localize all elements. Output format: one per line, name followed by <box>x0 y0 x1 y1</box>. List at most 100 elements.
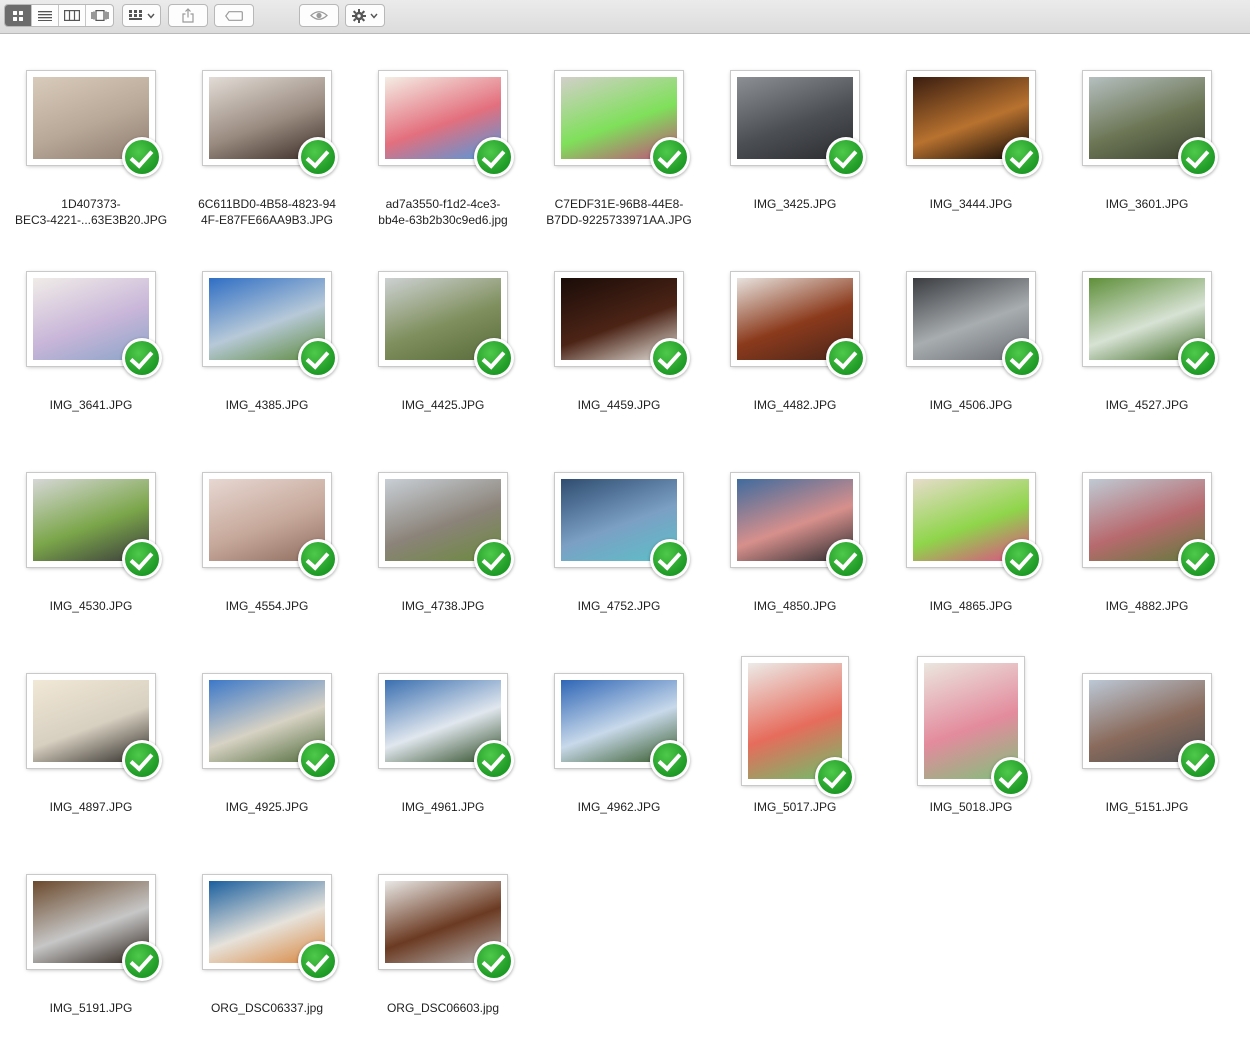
file-name-label[interactable]: ad7a3550-f1d2-4ce3- bb4e-63b2b30c9ed6.jp… <box>355 196 531 228</box>
file-name-label[interactable]: ORG_DSC06603.jpg <box>355 1000 531 1016</box>
synced-checkmark-icon <box>298 137 338 177</box>
synced-checkmark-icon <box>122 740 162 780</box>
columns-icon <box>64 10 81 21</box>
synced-checkmark-icon <box>298 338 338 378</box>
synced-checkmark-icon <box>1002 539 1042 579</box>
file-item[interactable]: IMG_5191.JPG <box>3 838 179 1039</box>
file-item[interactable]: IMG_4506.JPG <box>883 235 1059 436</box>
synced-checkmark-icon <box>815 757 855 797</box>
file-name-label[interactable]: 6C611BD0-4B58-4823-94 4F-E87FE66AA9B3.JP… <box>179 196 355 228</box>
view-mode-segmented-control <box>4 4 114 27</box>
file-name-label[interactable]: IMG_4506.JPG <box>883 397 1059 413</box>
file-name-label[interactable]: IMG_5018.JPG <box>883 799 1059 815</box>
finder-toolbar <box>0 0 1250 34</box>
synced-checkmark-icon <box>826 338 866 378</box>
file-item[interactable]: ORG_DSC06603.jpg <box>355 838 531 1039</box>
arrange-button[interactable] <box>122 4 161 27</box>
file-name-label[interactable]: C7EDF31E-96B8-44E8- B7DD-9225733971AA.JP… <box>531 196 707 228</box>
synced-checkmark-icon <box>298 941 338 981</box>
synced-checkmark-icon <box>122 137 162 177</box>
file-name-label[interactable]: IMG_3425.JPG <box>707 196 883 212</box>
file-item[interactable]: IMG_4554.JPG <box>179 436 355 637</box>
file-item[interactable]: IMG_4925.JPG <box>179 637 355 838</box>
file-item[interactable]: IMG_4850.JPG <box>707 436 883 637</box>
file-name-label[interactable]: IMG_4554.JPG <box>179 598 355 614</box>
file-name-label[interactable]: IMG_4482.JPG <box>707 397 883 413</box>
view-list-button[interactable] <box>32 5 60 26</box>
file-item[interactable]: IMG_4527.JPG <box>1059 235 1235 436</box>
file-name-label[interactable]: IMG_4961.JPG <box>355 799 531 815</box>
file-item[interactable]: ad7a3550-f1d2-4ce3- bb4e-63b2b30c9ed6.jp… <box>355 34 531 235</box>
file-item[interactable]: ORG_DSC06337.jpg <box>179 838 355 1039</box>
file-item[interactable]: IMG_3641.JPG <box>3 235 179 436</box>
action-button[interactable] <box>345 4 385 27</box>
list-icon <box>38 10 53 21</box>
view-columns-button[interactable] <box>59 5 87 26</box>
file-item[interactable]: IMG_4897.JPG <box>3 637 179 838</box>
synced-checkmark-icon <box>1002 137 1042 177</box>
share-icon <box>182 8 194 23</box>
arrange-grid-icon <box>128 10 143 21</box>
synced-checkmark-icon <box>1178 338 1218 378</box>
file-name-label[interactable]: ORG_DSC06337.jpg <box>179 1000 355 1016</box>
quick-look-button[interactable] <box>299 4 339 27</box>
file-name-label[interactable]: IMG_4850.JPG <box>707 598 883 614</box>
synced-checkmark-icon <box>1178 740 1218 780</box>
file-item[interactable]: IMG_4530.JPG <box>3 436 179 637</box>
file-name-label[interactable]: IMG_3641.JPG <box>3 397 179 413</box>
file-item[interactable]: IMG_4961.JPG <box>355 637 531 838</box>
file-name-label[interactable]: IMG_4882.JPG <box>1059 598 1235 614</box>
file-name-label[interactable]: IMG_5191.JPG <box>3 1000 179 1016</box>
file-name-label[interactable]: IMG_4752.JPG <box>531 598 707 614</box>
synced-checkmark-icon <box>1178 539 1218 579</box>
file-name-label[interactable]: IMG_4738.JPG <box>355 598 531 614</box>
file-item[interactable]: IMG_5018.JPG <box>883 637 1059 838</box>
file-name-label[interactable]: IMG_4962.JPG <box>531 799 707 815</box>
file-name-label[interactable]: IMG_4459.JPG <box>531 397 707 413</box>
share-button[interactable] <box>168 4 208 27</box>
file-item[interactable]: IMG_3444.JPG <box>883 34 1059 235</box>
file-item[interactable]: IMG_5151.JPG <box>1059 637 1235 838</box>
synced-checkmark-icon <box>298 740 338 780</box>
file-item[interactable]: IMG_4962.JPG <box>531 637 707 838</box>
file-name-label[interactable]: IMG_4385.JPG <box>179 397 355 413</box>
synced-checkmark-icon <box>650 338 690 378</box>
file-item[interactable]: IMG_3601.JPG <box>1059 34 1235 235</box>
view-icons-button[interactable] <box>5 5 33 26</box>
file-item[interactable]: IMG_4865.JPG <box>883 436 1059 637</box>
file-item[interactable]: IMG_3425.JPG <box>707 34 883 235</box>
file-item[interactable]: IMG_4882.JPG <box>1059 436 1235 637</box>
file-name-label[interactable]: 1D407373- BEC3-4221-...63E3B20.JPG <box>3 196 179 228</box>
synced-checkmark-icon <box>122 338 162 378</box>
file-item[interactable]: IMG_4425.JPG <box>355 235 531 436</box>
synced-checkmark-icon <box>122 539 162 579</box>
file-item[interactable]: C7EDF31E-96B8-44E8- B7DD-9225733971AA.JP… <box>531 34 707 235</box>
file-item[interactable]: IMG_4385.JPG <box>179 235 355 436</box>
file-name-label[interactable]: IMG_5151.JPG <box>1059 799 1235 815</box>
tags-button[interactable] <box>214 4 254 27</box>
file-name-label[interactable]: IMG_4527.JPG <box>1059 397 1235 413</box>
file-name-label[interactable]: IMG_3444.JPG <box>883 196 1059 212</box>
file-item[interactable]: IMG_4752.JPG <box>531 436 707 637</box>
file-item[interactable]: 1D407373- BEC3-4221-...63E3B20.JPG <box>3 34 179 235</box>
synced-checkmark-icon <box>650 740 690 780</box>
file-name-label[interactable]: IMG_3601.JPG <box>1059 196 1235 212</box>
chevron-down-icon <box>370 13 378 19</box>
view-coverflow-button[interactable] <box>86 5 113 26</box>
file-name-label[interactable]: IMG_4425.JPG <box>355 397 531 413</box>
file-name-label[interactable]: IMG_4897.JPG <box>3 799 179 815</box>
file-item[interactable]: IMG_5017.JPG <box>707 637 883 838</box>
chevron-down-icon <box>146 13 155 19</box>
gear-icon <box>352 8 366 23</box>
file-name-label[interactable]: IMG_4530.JPG <box>3 598 179 614</box>
file-item[interactable]: 6C611BD0-4B58-4823-94 4F-E87FE66AA9B3.JP… <box>179 34 355 235</box>
file-name-label[interactable]: IMG_4865.JPG <box>883 598 1059 614</box>
file-name-label[interactable]: IMG_4925.JPG <box>179 799 355 815</box>
file-item[interactable]: IMG_4482.JPG <box>707 235 883 436</box>
file-name-label[interactable]: IMG_5017.JPG <box>707 799 883 815</box>
eye-icon <box>310 10 328 21</box>
file-item[interactable]: IMG_4459.JPG <box>531 235 707 436</box>
icon-grid-icon <box>12 10 24 21</box>
synced-checkmark-icon <box>1002 338 1042 378</box>
file-item[interactable]: IMG_4738.JPG <box>355 436 531 637</box>
